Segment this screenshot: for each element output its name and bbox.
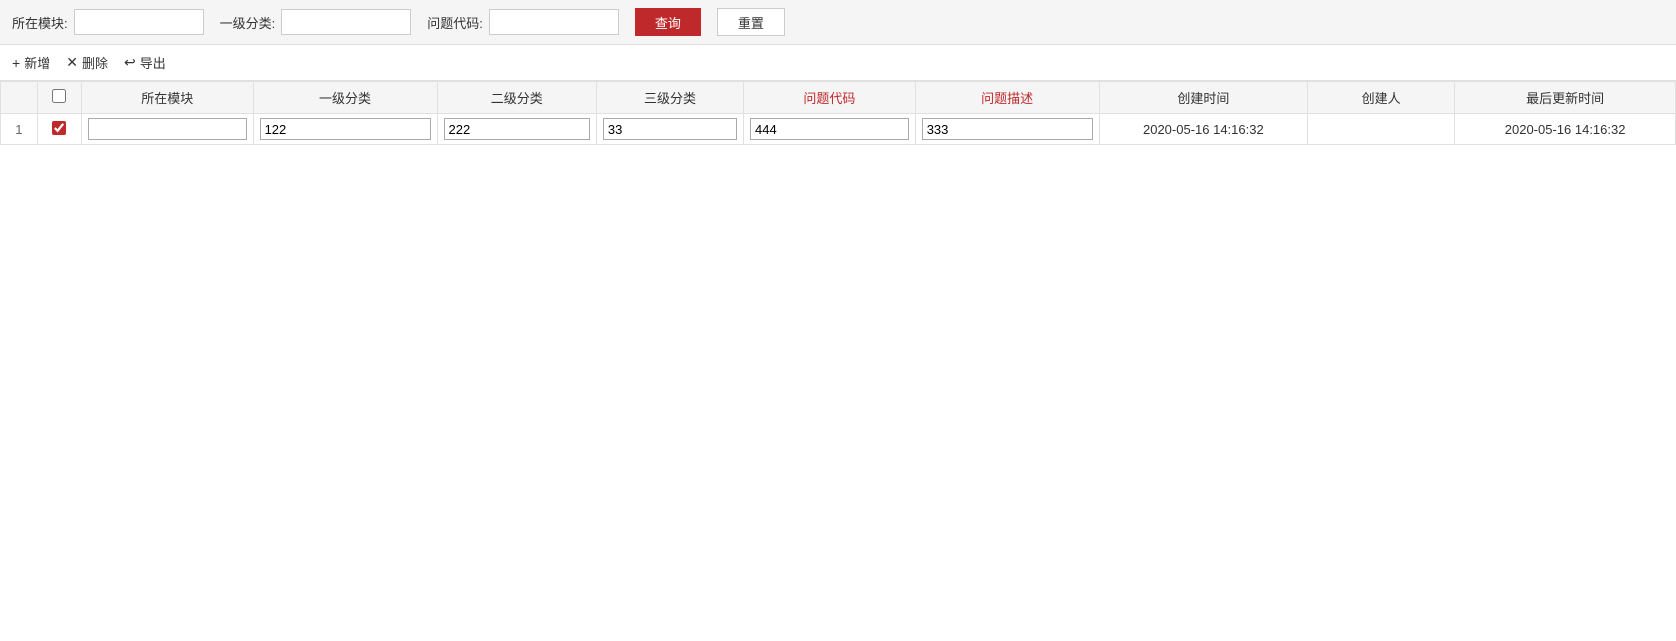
row-code-input[interactable] xyxy=(750,118,909,140)
row-cat2 xyxy=(437,114,596,145)
header-module: 所在模块 xyxy=(81,82,253,114)
module-input[interactable] xyxy=(74,9,204,35)
row-cat3-input[interactable] xyxy=(603,118,737,140)
row-desc xyxy=(915,114,1099,145)
export-icon: ↩ xyxy=(124,54,136,71)
delete-icon: ✕ xyxy=(66,54,78,71)
cat1-input[interactable] xyxy=(281,9,411,35)
add-icon: + xyxy=(12,55,20,71)
row-cat1-input[interactable] xyxy=(260,118,431,140)
code-label: 问题代码: xyxy=(427,13,483,32)
table-header-row: 所在模块 一级分类 二级分类 三级分类 问题代码 问题描述 创建时间 创建人 最… xyxy=(1,82,1676,114)
search-bar: 所在模块: 一级分类: 问题代码: 查询 重置 xyxy=(0,0,1676,45)
data-table: 所在模块 一级分类 二级分类 三级分类 问题代码 问题描述 创建时间 创建人 最… xyxy=(0,81,1676,145)
header-cat3: 三级分类 xyxy=(596,82,743,114)
header-desc: 问题描述 xyxy=(915,82,1099,114)
row-checkbox[interactable] xyxy=(52,121,66,135)
export-label: 导出 xyxy=(140,53,166,72)
reset-button[interactable]: 重置 xyxy=(717,8,785,36)
row-code xyxy=(744,114,916,145)
header-cat2: 二级分类 xyxy=(437,82,596,114)
add-button[interactable]: + 新增 xyxy=(12,53,50,72)
delete-button[interactable]: ✕ 删除 xyxy=(66,53,108,72)
module-field: 所在模块: xyxy=(12,9,204,35)
row-module xyxy=(81,114,253,145)
code-input[interactable] xyxy=(489,9,619,35)
row-cat3 xyxy=(596,114,743,145)
header-creator: 创建人 xyxy=(1308,82,1455,114)
select-all-checkbox[interactable] xyxy=(52,89,66,103)
header-code: 问题代码 xyxy=(744,82,916,114)
cat1-field: 一级分类: xyxy=(220,9,412,35)
query-button[interactable]: 查询 xyxy=(635,8,701,36)
cat1-label: 一级分类: xyxy=(220,13,276,32)
module-label: 所在模块: xyxy=(12,13,68,32)
delete-label: 删除 xyxy=(82,53,108,72)
row-cat1 xyxy=(253,114,437,145)
header-create-time: 创建时间 xyxy=(1099,82,1307,114)
header-row-num xyxy=(1,82,38,114)
code-field: 问题代码: xyxy=(427,9,619,35)
row-module-input[interactable] xyxy=(88,118,247,140)
row-checkbox-cell xyxy=(37,114,81,145)
row-desc-input[interactable] xyxy=(922,118,1093,140)
header-cat1: 一级分类 xyxy=(253,82,437,114)
header-update-time: 最后更新时间 xyxy=(1455,82,1676,114)
add-label: 新增 xyxy=(24,53,50,72)
table-wrapper: 所在模块 一级分类 二级分类 三级分类 问题代码 问题描述 创建时间 创建人 最… xyxy=(0,81,1676,145)
row-create-time: 2020-05-16 14:16:32 xyxy=(1099,114,1307,145)
toolbar: + 新增 ✕ 删除 ↩ 导出 xyxy=(0,45,1676,81)
row-creator xyxy=(1308,114,1455,145)
row-cat2-input[interactable] xyxy=(444,118,590,140)
export-button[interactable]: ↩ 导出 xyxy=(124,53,166,72)
header-checkbox xyxy=(37,82,81,114)
table-row: 1 2020-05-16 14:16:32 xyxy=(1,114,1676,145)
row-index: 1 xyxy=(1,114,38,145)
row-update-time: 2020-05-16 14:16:32 xyxy=(1455,114,1676,145)
